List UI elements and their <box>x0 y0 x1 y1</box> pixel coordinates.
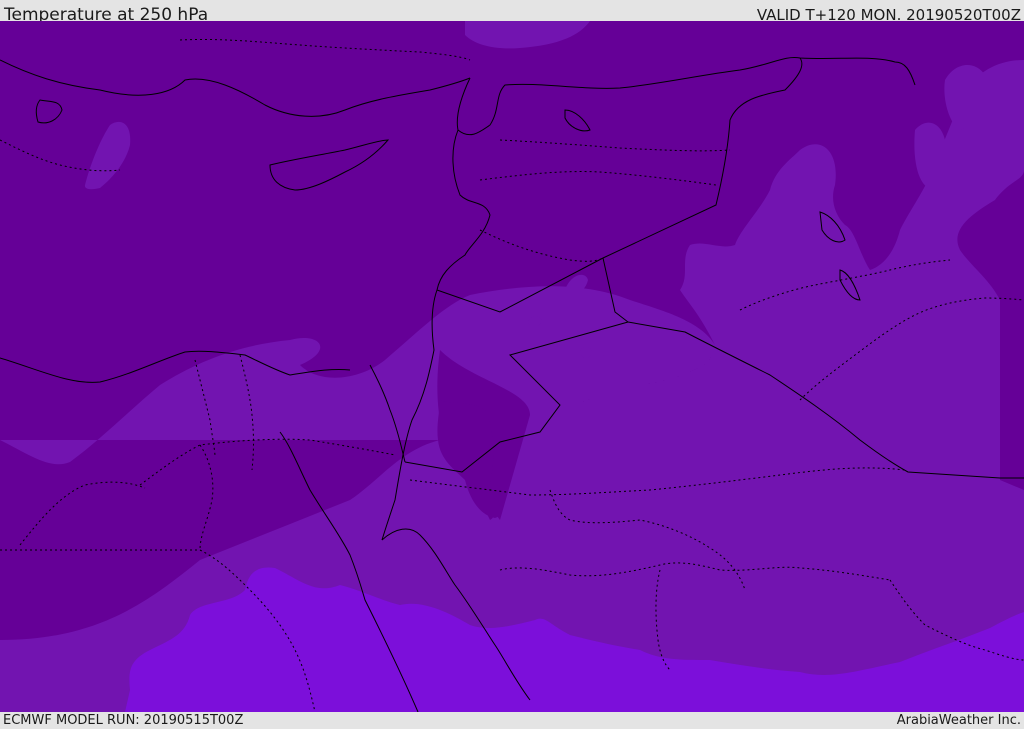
map-canvas <box>0 21 1024 712</box>
model-run-label: ECMWF MODEL RUN: 20190515T00Z <box>3 713 244 728</box>
credit-label: ArabiaWeather Inc. <box>896 713 1021 728</box>
weather-map <box>0 21 1024 712</box>
header-bar: Temperature at 250 hPa VALID T+120 MON. … <box>0 0 1024 25</box>
footer-bar: ECMWF MODEL RUN: 20190515T00Z ArabiaWeat… <box>0 712 1024 729</box>
